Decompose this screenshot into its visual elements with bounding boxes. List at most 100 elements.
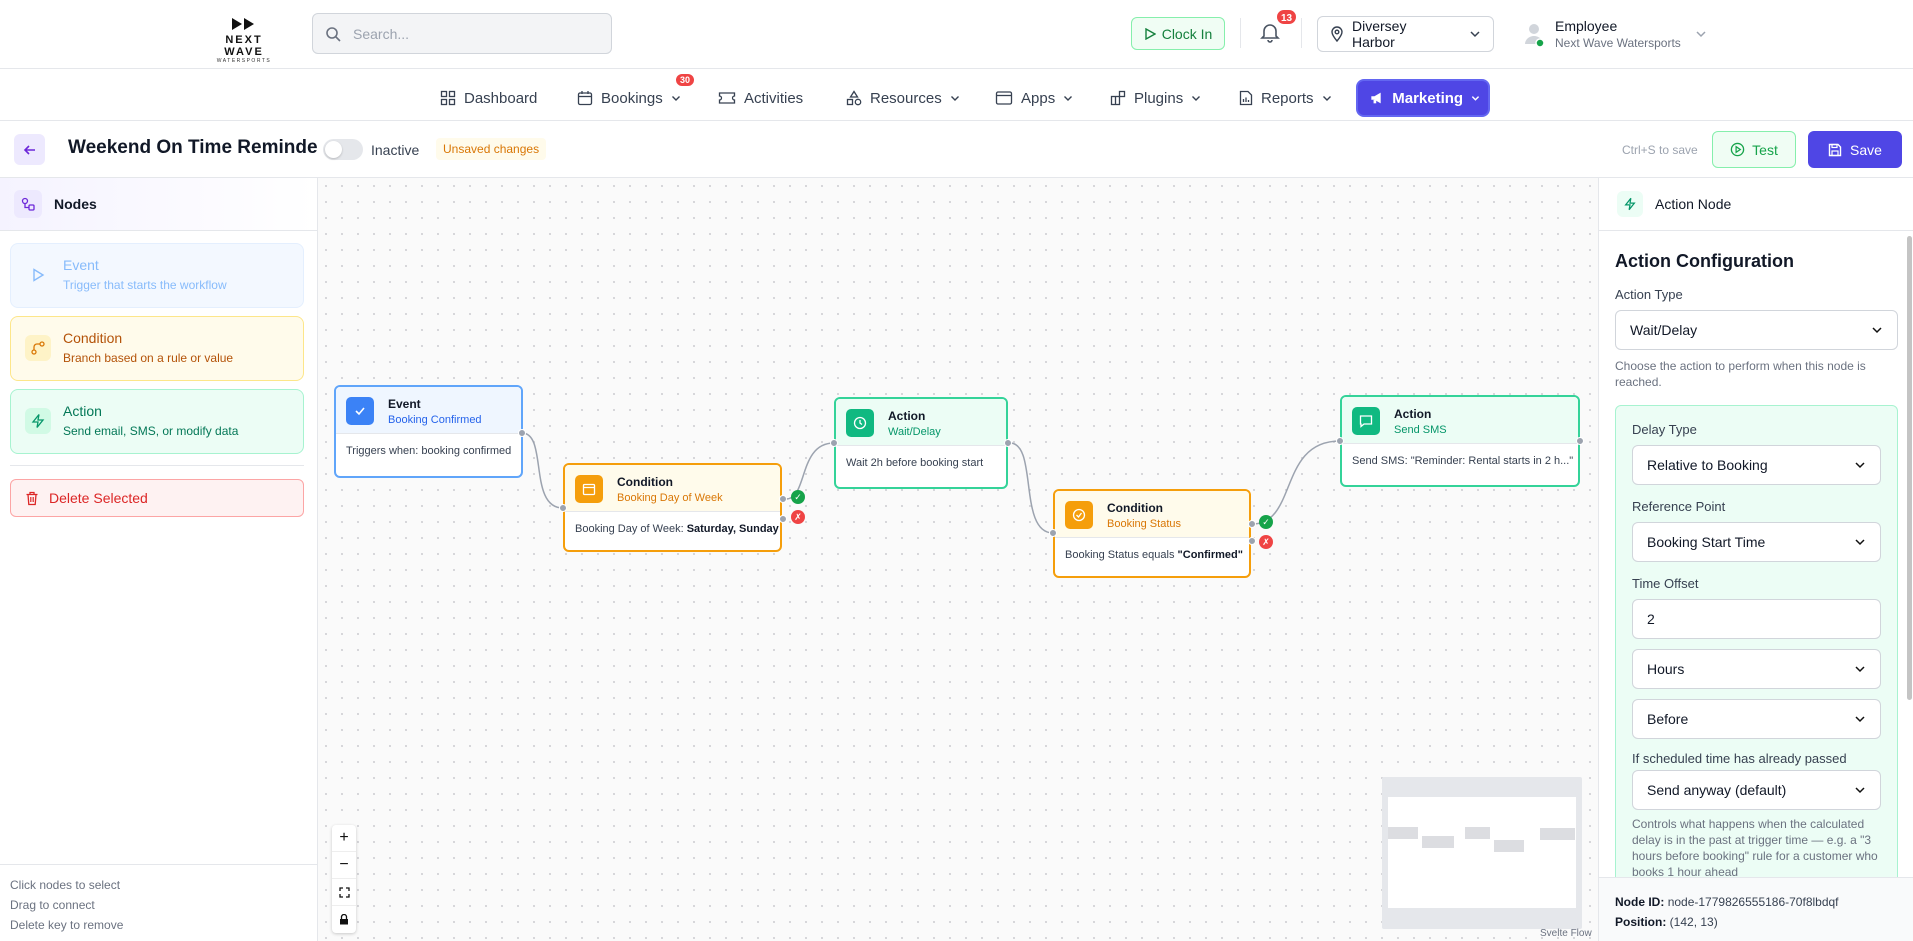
- edge: [1009, 442, 1054, 534]
- workflow-toolbar: Weekend On Time Reminde Inactive Unsaved…: [0, 121, 1913, 178]
- delay-type-label: Delay Type: [1632, 422, 1697, 437]
- time-unit-select[interactable]: Hours: [1632, 649, 1881, 689]
- nav-bookings[interactable]: Bookings 30: [569, 72, 697, 115]
- calendar-icon: [575, 475, 603, 503]
- delay-config: Delay Type Relative to Booking Reference…: [1615, 405, 1898, 877]
- passed-select[interactable]: Send anyway (default): [1632, 770, 1881, 810]
- minimap-node: [1540, 828, 1575, 840]
- node-port[interactable]: [518, 429, 526, 437]
- node-action-wait[interactable]: Action Wait/Delay Wait 2h before booking…: [834, 397, 1008, 489]
- section-title: Action Configuration: [1615, 251, 1794, 271]
- chevron-down-icon: [1696, 31, 1706, 38]
- brand-name: NEXT WAVE: [224, 34, 264, 58]
- fit-view-button[interactable]: [332, 879, 356, 906]
- palette-event[interactable]: Event Trigger that starts the workflow: [10, 243, 304, 308]
- save-hint: Ctrl+S to save: [1622, 143, 1698, 157]
- branch-icon: [25, 335, 51, 361]
- false-branch-icon: ✗: [791, 510, 805, 524]
- test-button[interactable]: Test: [1712, 131, 1796, 168]
- nav-activities[interactable]: Activities: [710, 81, 811, 115]
- palette-event-title: Event: [63, 257, 99, 273]
- node-port[interactable]: [1336, 437, 1344, 445]
- save-button[interactable]: Save: [1808, 131, 1902, 168]
- palette-action[interactable]: Action Send email, SMS, or modify data: [10, 389, 304, 454]
- zoom-in-button[interactable]: +: [332, 825, 356, 852]
- reference-point-select[interactable]: Booking Start Time: [1632, 522, 1881, 562]
- node-body: Triggers when: booking confirmed: [336, 433, 521, 468]
- delete-selected-button[interactable]: Delete Selected: [10, 479, 304, 517]
- clock-in-button[interactable]: Clock In: [1131, 17, 1225, 50]
- node-title: Event: [388, 397, 421, 411]
- chevron-down-icon: [1064, 96, 1073, 101]
- minimap[interactable]: [1382, 777, 1582, 929]
- chevron-down-icon: [1322, 96, 1331, 101]
- node-title: Action: [1394, 407, 1432, 421]
- node-condition-status[interactable]: Condition Booking Status Booking Status …: [1053, 489, 1251, 578]
- nav-reports[interactable]: Reports: [1231, 81, 1340, 115]
- nav-resources[interactable]: Resources: [838, 81, 968, 115]
- node-event[interactable]: Event Booking Confirmed Triggers when: b…: [334, 385, 523, 478]
- trash-icon: [26, 491, 38, 505]
- nav-apps-label: Apps: [1021, 89, 1056, 107]
- chevron-down-icon: [1855, 716, 1865, 723]
- node-title: Condition: [617, 475, 673, 489]
- node-port[interactable]: [1248, 537, 1256, 545]
- delay-type-select[interactable]: Relative to Booking: [1632, 445, 1881, 485]
- active-toggle[interactable]: [323, 139, 363, 160]
- node-port[interactable]: [1576, 437, 1584, 445]
- minimap-node: [1422, 836, 1454, 848]
- time-offset-label: Time Offset: [1632, 576, 1699, 591]
- node-port[interactable]: [559, 504, 567, 512]
- lightning-icon: [25, 408, 51, 434]
- nav-plugins-label: Plugins: [1134, 89, 1184, 107]
- node-port[interactable]: [1248, 520, 1256, 528]
- clock-in-label: Clock In: [1161, 25, 1213, 42]
- user-org: Next Wave Watersports: [1555, 36, 1681, 50]
- divider: [1240, 18, 1241, 48]
- user-menu[interactable]: Employee Next Wave Watersports: [1523, 16, 1707, 52]
- back-button[interactable]: [14, 134, 45, 165]
- lock-button[interactable]: [332, 906, 356, 933]
- chevron-down-icon: [1470, 31, 1480, 38]
- node-condition-day[interactable]: Condition Booking Day of Week Booking Da…: [563, 463, 782, 552]
- node-id-value: node-1779826555186-70f8lbdqf: [1667, 895, 1839, 909]
- bookings-badge: 30: [674, 72, 697, 88]
- node-port[interactable]: [1049, 529, 1057, 537]
- node-port[interactable]: [830, 439, 838, 447]
- tip-text: Delete key to remove: [10, 918, 124, 932]
- workflow-title[interactable]: Weekend On Time Reminde: [68, 137, 318, 159]
- nav-marketing[interactable]: Marketing: [1358, 81, 1488, 115]
- palette-condition[interactable]: Condition Branch based on a rule or valu…: [10, 316, 304, 381]
- brand-logo[interactable]: NEXT WAVE WATERSPORTS: [206, 16, 282, 64]
- location-selector[interactable]: Diversey Harbor: [1317, 16, 1494, 52]
- node-port[interactable]: [779, 495, 787, 503]
- zoom-controls: + −: [332, 825, 356, 933]
- edge: [1251, 440, 1341, 525]
- action-type-select[interactable]: Wait/Delay: [1615, 310, 1898, 350]
- message-icon: [1352, 407, 1380, 435]
- main-nav: Dashboard Bookings 30 Activities Resourc…: [0, 69, 1913, 121]
- lightning-icon: [1617, 191, 1643, 217]
- nav-apps[interactable]: Apps: [987, 81, 1081, 115]
- workflow-canvas[interactable]: Event Booking Confirmed Triggers when: b…: [318, 178, 1598, 941]
- nodes-icon: [14, 190, 42, 218]
- search-icon: [326, 27, 341, 42]
- node-action-sms[interactable]: Action Send SMS Send SMS: "Reminder: Ren…: [1340, 395, 1580, 487]
- shapes-icon: [846, 90, 862, 106]
- chevron-down-icon: [1471, 96, 1480, 101]
- puzzle-icon: [1110, 90, 1126, 106]
- nav-dashboard[interactable]: Dashboard: [432, 81, 545, 115]
- divider: [1301, 18, 1302, 48]
- time-offset-input[interactable]: 2: [1632, 599, 1881, 639]
- notifications-button[interactable]: 13: [1258, 8, 1299, 46]
- zoom-out-button[interactable]: −: [332, 852, 356, 879]
- node-port[interactable]: [779, 515, 787, 523]
- lock-icon: [340, 914, 348, 925]
- properties-scrollbar[interactable]: [1907, 236, 1912, 700]
- direction-select[interactable]: Before: [1632, 699, 1881, 739]
- chevron-down-icon: [1855, 539, 1865, 546]
- search-input[interactable]: [353, 24, 593, 44]
- node-port[interactable]: [1004, 439, 1012, 447]
- nav-plugins[interactable]: Plugins: [1102, 81, 1209, 115]
- attribution[interactable]: Svelte Flow: [1540, 928, 1592, 939]
